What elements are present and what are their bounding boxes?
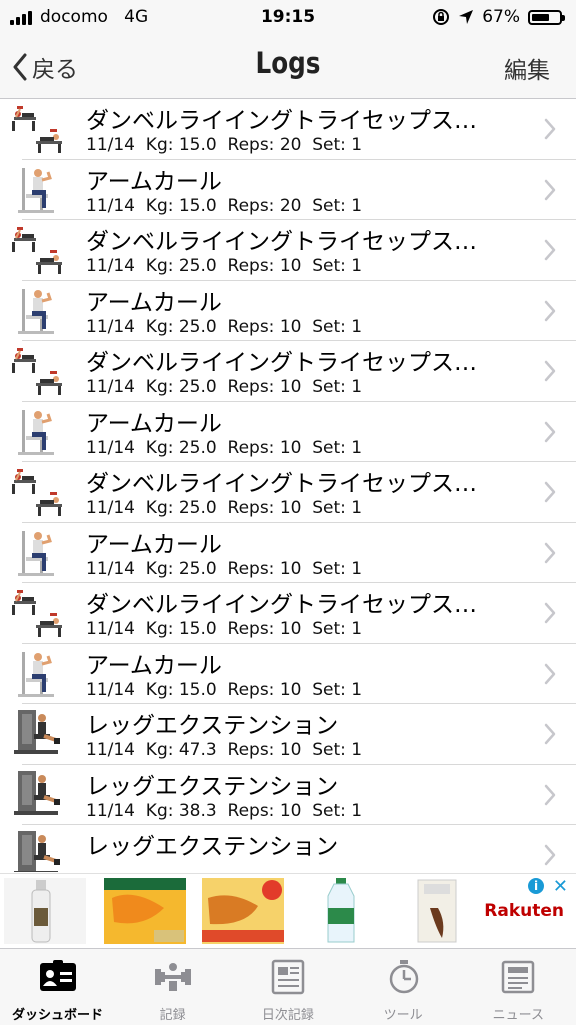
tab-label: 記録 [159,1008,186,1023]
tab-label: ツール [383,1008,423,1023]
navigation-bar: 戻る Logs 編集 [0,36,576,99]
lying-triceps-icon [10,466,66,518]
stopwatch-icon [384,959,424,995]
log-row[interactable]: ダンベルライイングトライセップス… 11/14 Kg: 25.0 Reps: 1… [12,341,576,402]
dried-mango-product-icon[interactable] [104,878,186,944]
log-list[interactable]: ダンベルライイングトライセップス… 11/14 Kg: 15.0 Reps: 2… [0,99,576,872]
log-detail: 11/14 Kg: 25.0 Reps: 10 Set: 1 [86,558,363,579]
log-detail: 11/14 Kg: 25.0 Reps: 10 Set: 1 [86,316,363,337]
chevron-right-icon [544,663,556,684]
exercise-name: ダンベルライイングトライセップス… [86,108,477,134]
chevron-right-icon [544,784,556,805]
arm-curl-icon [10,648,66,700]
dashboard-icon [38,959,78,995]
arm-curl-icon [10,527,66,579]
tab-label: 日次記録 [261,1008,314,1023]
leg-extension-icon [10,829,66,872]
chevron-right-icon [544,542,556,563]
chevron-right-icon [544,844,556,866]
dried-pineapple-product-icon[interactable] [202,878,284,944]
chevron-right-icon [544,723,556,745]
log-detail: 11/14 Kg: 15.0 Reps: 10 Set: 1 [86,619,363,639]
log-detail: 11/14 Kg: 25.0 Reps: 10 Set: 1 [86,437,363,458]
chevron-right-icon [544,602,556,624]
location-icon [459,10,474,24]
snack-bag-product-icon[interactable] [396,878,478,944]
orientation-lock-icon [433,9,450,25]
lying-triceps-icon [10,587,66,639]
exercise-name: レッグエクステンション [86,834,339,860]
log-row[interactable]: アームカール 11/14 Kg: 25.0 Reps: 10 Set: 1 [18,523,576,583]
daily-log-icon [268,959,308,995]
chevron-right-icon [544,300,556,321]
edit-button[interactable]: 編集 [504,51,550,85]
exercise-name: レッグエクステンション [86,713,339,739]
chevron-right-icon [544,481,556,503]
log-row[interactable]: アームカール 11/14 Kg: 25.0 Reps: 10 Set: 1 [18,281,576,341]
chevron-right-icon [544,360,556,382]
chevron-left-icon [13,53,27,81]
tab-bar: ダッシュボード 記録 日次記録 ツール ニュース [0,948,576,1025]
arm-curl-icon [10,164,66,216]
log-row[interactable]: アームカール 11/14 Kg: 15.0 Reps: 20 Set: 1 [18,160,576,220]
log-row[interactable]: レッグエクステンション 11/14 Kg: 38.3 Reps: 10 Set:… [14,765,576,825]
exercise-name: ダンベルライイングトライセップス… [86,350,477,376]
ad-brand: Rakuten [484,901,564,921]
exercise-name: レッグエクステンション [86,773,339,800]
exercise-name: アームカール [86,168,222,195]
leg-extension-icon [10,708,66,760]
tab-daily-log[interactable]: 日次記録 [230,949,345,1025]
lying-triceps-icon [10,103,66,155]
tab-dumbbell[interactable]: 記録 [115,949,230,1025]
log-row[interactable]: アームカール 11/14 Kg: 15.0 Reps: 10 Set: 1 [18,644,576,704]
battery-percent: 67% [482,7,520,27]
log-detail: 11/14 Kg: 25.0 Reps: 10 Set: 1 [86,498,363,518]
lying-triceps-icon [10,345,66,397]
log-row[interactable]: ダンベルライイングトライセップス… 11/14 Kg: 25.0 Reps: 1… [12,462,576,523]
ad-close-icon[interactable]: ✕ [553,876,568,897]
exercise-name: ダンベルライイングトライセップス… [86,471,477,497]
log-row[interactable]: アームカール 11/14 Kg: 25.0 Reps: 10 Set: 1 [18,402,576,462]
tab-dashboard[interactable]: ダッシュボード [0,949,115,1025]
tab-label: ニュース [492,1008,544,1023]
exercise-name: ダンベルライイングトライセップス… [86,592,477,618]
log-detail: 11/14 Kg: 38.3 Reps: 10 Set: 1 [86,800,363,821]
chevron-right-icon [544,179,556,200]
log-row[interactable]: レッグエクステンション [14,825,576,872]
exercise-name: アームカール [86,531,222,558]
lying-triceps-icon [10,224,66,276]
chevron-right-icon [544,421,556,442]
log-row[interactable]: レッグエクステンション 11/14 Kg: 47.3 Reps: 10 Set:… [14,704,576,765]
leg-extension-icon [10,769,66,821]
status-bar: docomo 4G 19:15 67% [0,0,576,36]
arm-curl-icon [10,406,66,458]
log-detail: 11/14 Kg: 15.0 Reps: 20 Set: 1 [86,195,363,216]
log-detail: 11/14 Kg: 15.0 Reps: 20 Set: 1 [86,135,363,155]
battery-icon [528,9,565,25]
tab-label: ダッシュボード [11,1008,103,1023]
log-row[interactable]: ダンベルライイングトライセップス… 11/14 Kg: 15.0 Reps: 1… [12,583,576,644]
chevron-right-icon [544,118,556,140]
bottle-product-icon[interactable] [4,878,86,944]
log-row[interactable]: ダンベルライイングトライセップス… 11/14 Kg: 15.0 Reps: 2… [12,99,576,160]
exercise-name: アームカール [86,410,222,437]
log-detail: 11/14 Kg: 25.0 Reps: 10 Set: 1 [86,256,363,276]
page-title: Logs [255,46,321,80]
log-row[interactable]: ダンベルライイングトライセップス… 11/14 Kg: 25.0 Reps: 1… [12,220,576,281]
exercise-name: アームカール [86,289,222,316]
ad-info-icon[interactable]: i [528,878,544,894]
news-icon [499,959,539,995]
arm-curl-icon [10,285,66,337]
exercise-name: ダンベルライイングトライセップス… [86,229,477,255]
log-detail: 11/14 Kg: 25.0 Reps: 10 Set: 1 [86,377,363,397]
exercise-name: アームカール [86,652,222,679]
ad-banner[interactable]: i ✕ Rakuten [0,873,576,949]
chevron-right-icon [544,239,556,261]
log-detail: 11/14 Kg: 15.0 Reps: 10 Set: 1 [86,679,363,700]
tab-news[interactable]: ニュース [461,949,576,1025]
tab-stopwatch[interactable]: ツール [346,949,461,1025]
log-detail: 11/14 Kg: 47.3 Reps: 10 Set: 1 [86,740,363,760]
water-bottle-product-icon[interactable] [300,878,382,944]
dumbbell-icon [153,959,193,995]
